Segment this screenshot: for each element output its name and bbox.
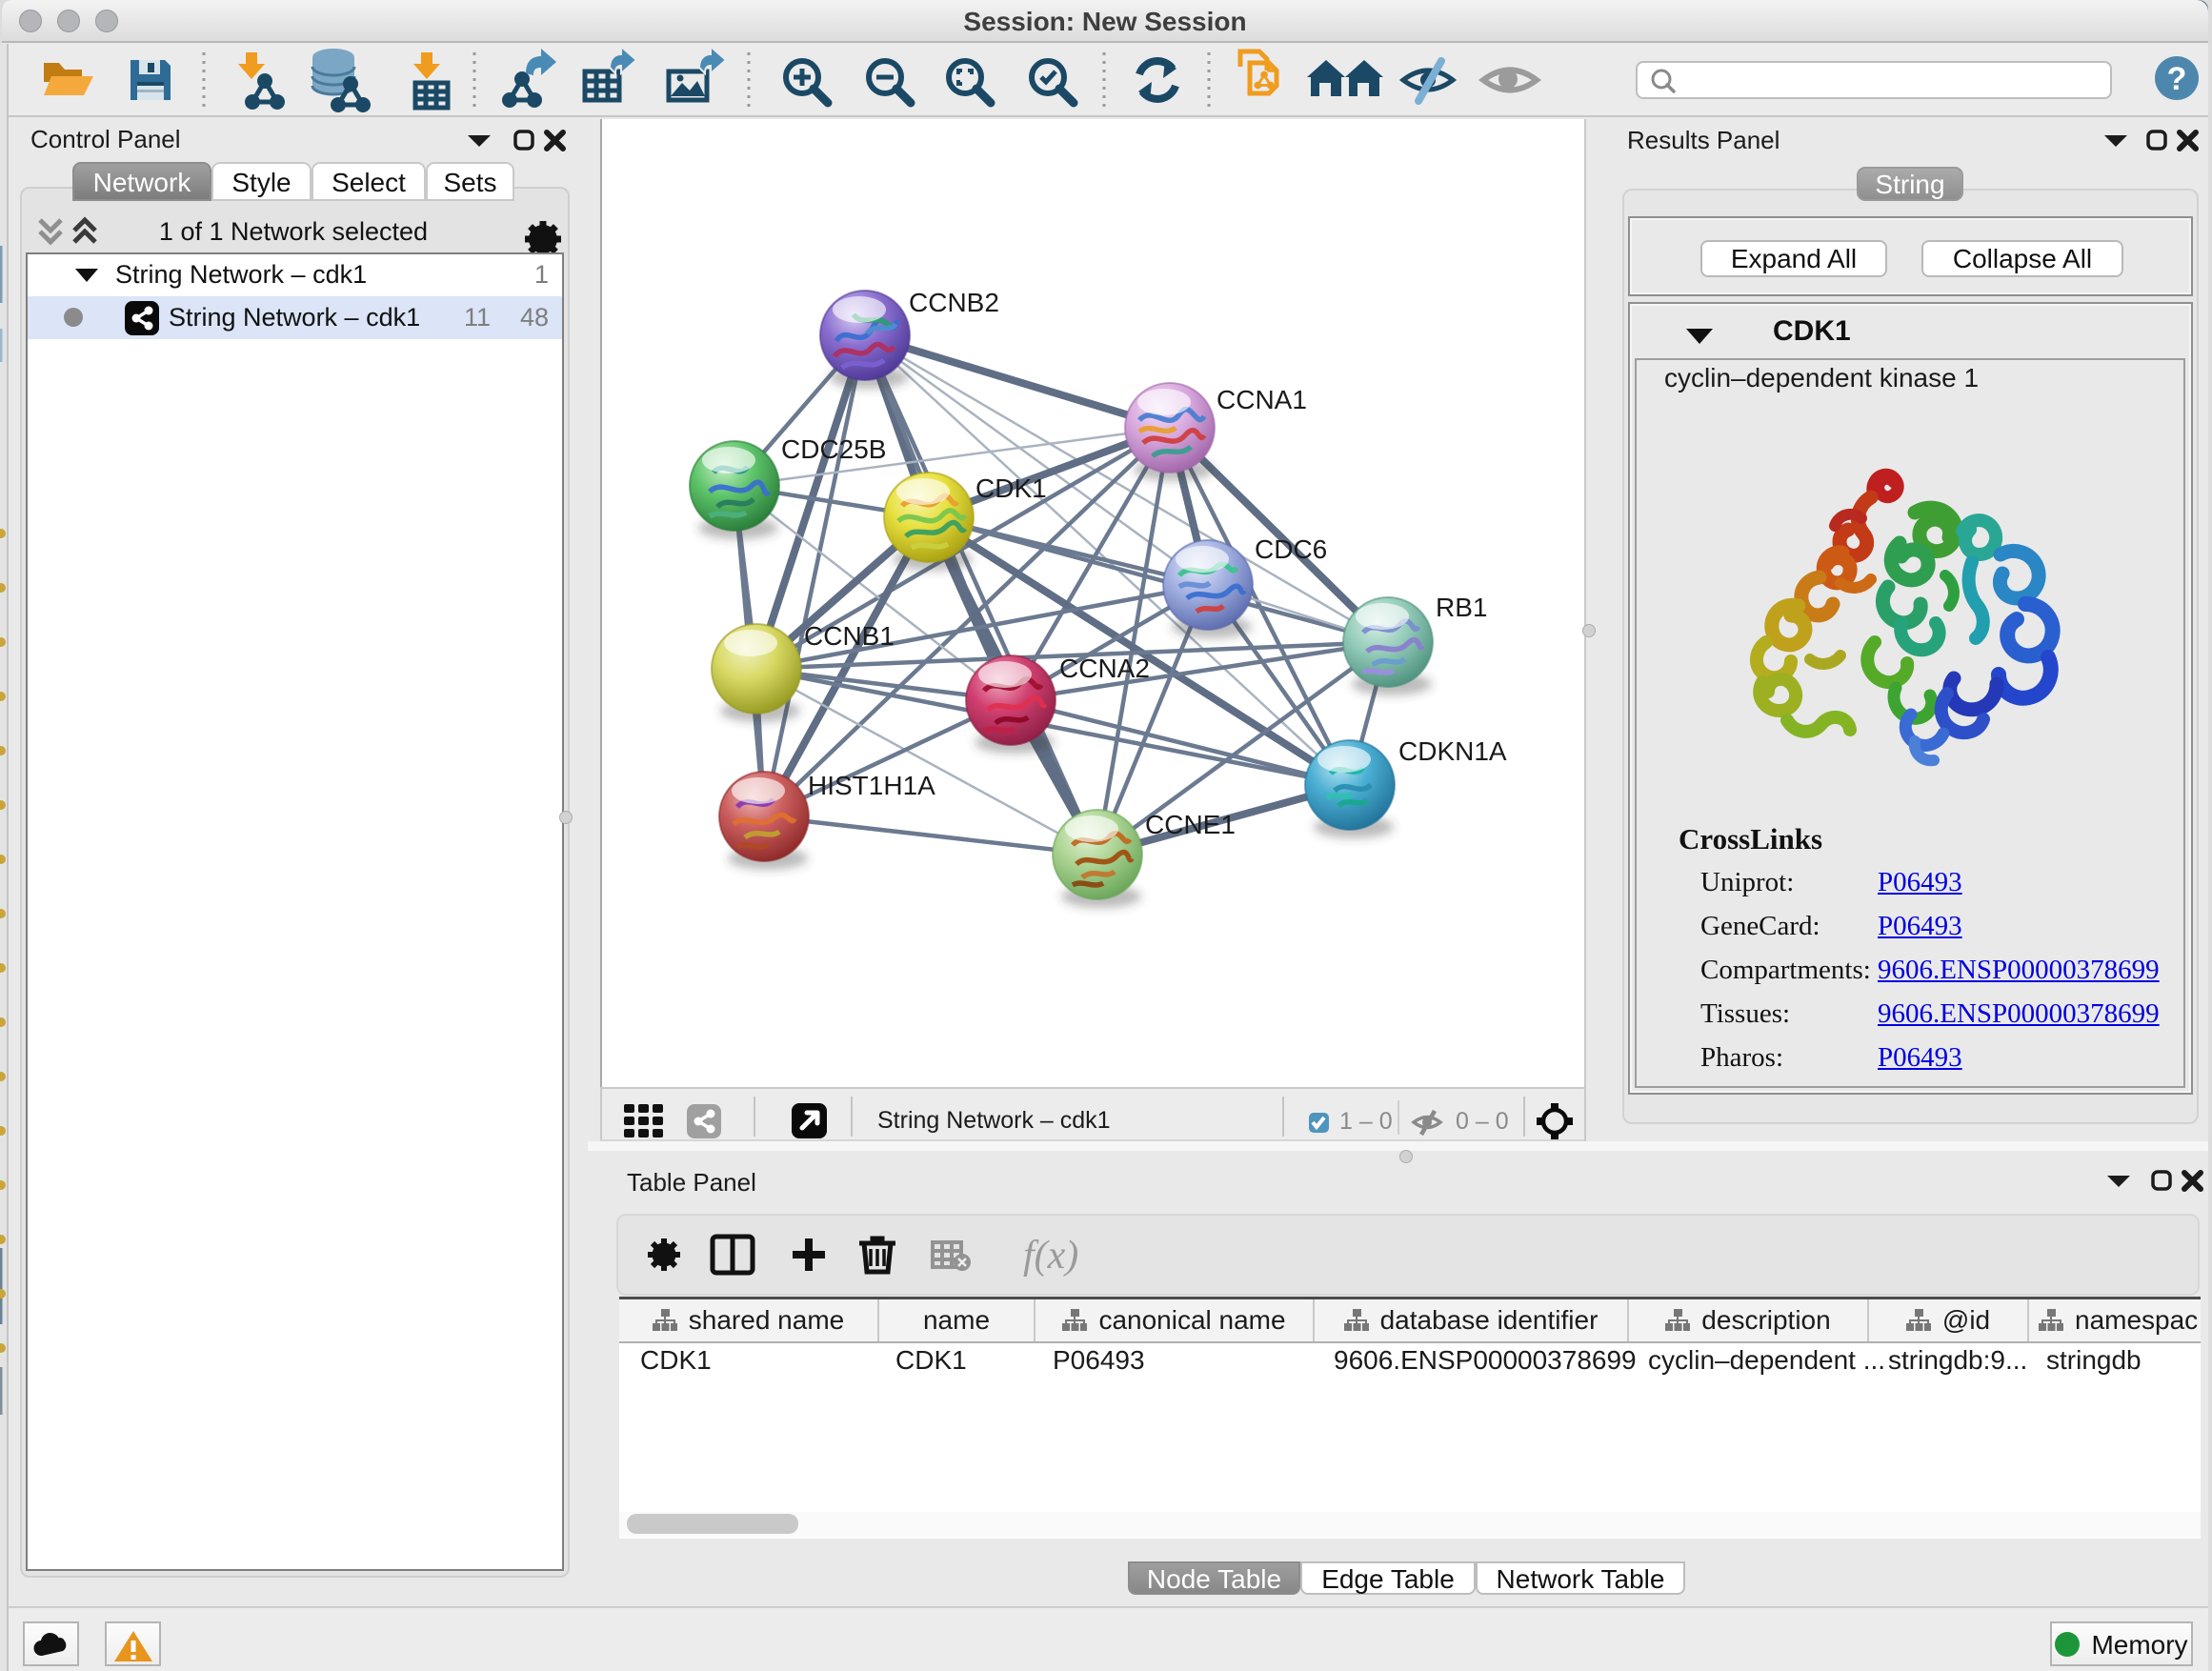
svg-text:1 – 0: 1 – 0 (1339, 1108, 1393, 1135)
svg-text:CDK1: CDK1 (975, 473, 1047, 503)
svg-text:CCNB1: CCNB1 (804, 621, 895, 651)
svg-text:?: ? (2167, 61, 2187, 97)
svg-text:CCNA1: CCNA1 (1217, 385, 1307, 414)
svg-text:CCNB2: CCNB2 (909, 288, 999, 317)
svg-text:CCNE1: CCNE1 (1145, 810, 1236, 839)
svg-text:CDC6: CDC6 (1255, 534, 1327, 564)
svg-text:CDC25B: CDC25B (781, 434, 886, 464)
svg-text:0 – 0: 0 – 0 (1456, 1108, 1509, 1135)
svg-text:String Network – cdk1: String Network – cdk1 (877, 1107, 1111, 1134)
svg-text:f(x): f(x) (1023, 1234, 1078, 1278)
svg-text:CCNA2: CCNA2 (1059, 654, 1150, 683)
svg-text:HIST1H1A: HIST1H1A (808, 771, 935, 800)
svg-text:RB1: RB1 (1436, 593, 1487, 622)
svg-text:CDKN1A: CDKN1A (1398, 736, 1507, 766)
